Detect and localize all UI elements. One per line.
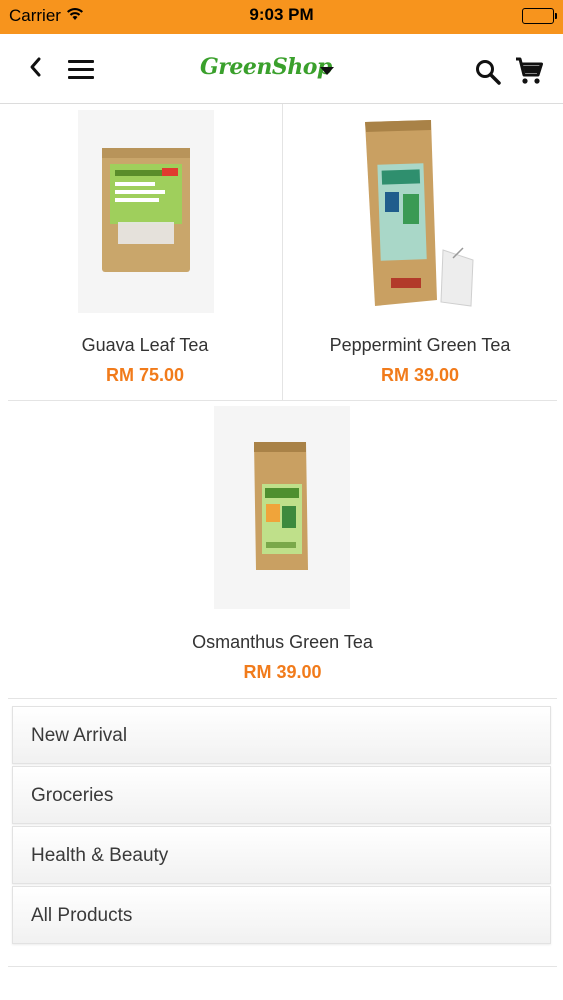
- product-price: RM 39.00: [243, 662, 322, 682]
- status-bar: Carrier 9:03 PM: [0, 0, 563, 34]
- product-card[interactable]: Peppermint Green Tea RM 39.00: [283, 104, 557, 401]
- product-card[interactable]: Osmanthus Green Tea RM 39.00: [8, 401, 557, 699]
- product-image[interactable]: [351, 110, 491, 313]
- menu-icon[interactable]: [68, 60, 94, 80]
- product-name[interactable]: Osmanthus Green Tea: [8, 632, 557, 653]
- category-groceries[interactable]: Groceries: [12, 766, 551, 824]
- chevron-down-icon[interactable]: [320, 67, 334, 75]
- clock: 9:03 PM: [249, 5, 314, 24]
- battery-icon: [522, 8, 557, 24]
- category-health-beauty[interactable]: Health & Beauty: [12, 826, 551, 884]
- product-price: RM 75.00: [105, 365, 185, 385]
- category-list: New Arrival Groceries Health & Beauty Al…: [12, 706, 551, 946]
- category-all-products[interactable]: All Products: [12, 886, 551, 944]
- logo[interactable]: GreenShop: [200, 54, 332, 80]
- product-price: RM 39.00: [380, 365, 460, 385]
- category-new-arrival[interactable]: New Arrival: [12, 706, 551, 764]
- footer-divider: [8, 966, 557, 1000]
- cart-icon[interactable]: [514, 56, 544, 86]
- product-image[interactable]: [214, 406, 350, 609]
- back-icon[interactable]: [28, 56, 50, 82]
- product-image[interactable]: [78, 110, 214, 313]
- product-name[interactable]: Peppermint Green Tea: [283, 335, 557, 356]
- search-icon[interactable]: [474, 58, 502, 86]
- product-list: Guava Leaf Tea RM 75.00 Peppermint Green…: [8, 104, 557, 1000]
- header: GreenShop: [0, 34, 563, 104]
- product-name[interactable]: Guava Leaf Tea: [8, 335, 282, 356]
- product-card[interactable]: Guava Leaf Tea RM 75.00: [8, 104, 283, 401]
